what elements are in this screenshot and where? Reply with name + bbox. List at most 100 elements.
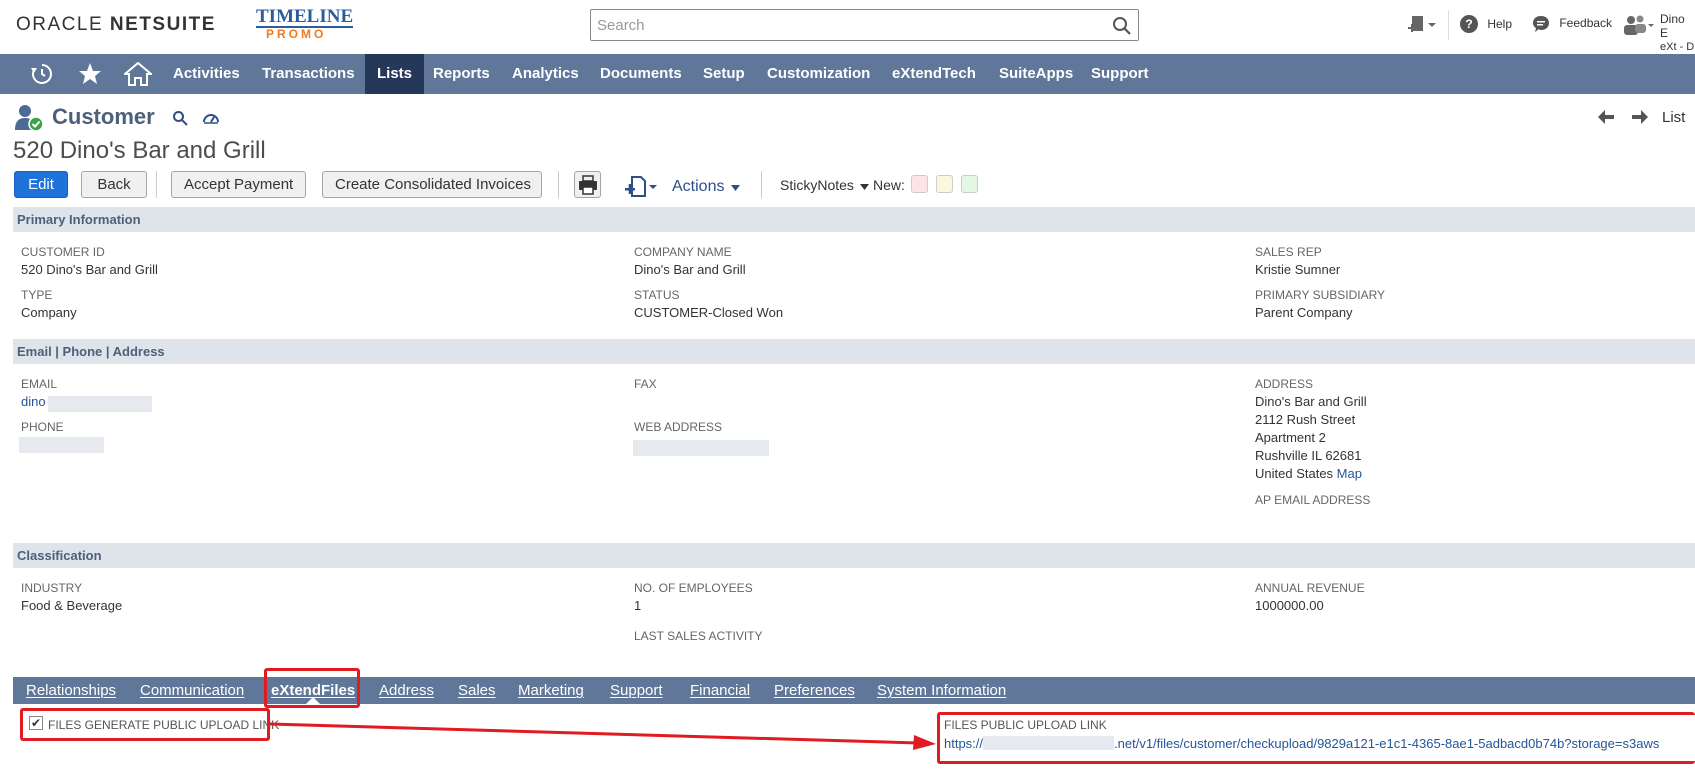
classification-section[interactable]: Classification — [13, 543, 1695, 568]
nav-analytics[interactable]: Analytics — [500, 54, 591, 94]
nav-reports[interactable]: Reports — [421, 54, 502, 94]
toolbar-divider — [558, 171, 559, 198]
address-line: Dino's Bar and Grill — [1255, 394, 1367, 409]
global-search — [590, 9, 1139, 41]
main-navigation: Activities Transactions Lists Reports An… — [0, 54, 1695, 94]
stickynotes-label: StickyNotes — [780, 177, 854, 193]
nav-support[interactable]: Support — [1079, 54, 1161, 94]
list-link[interactable]: List — [1662, 109, 1685, 126]
employees-value: 1 — [634, 598, 642, 613]
recent-records-icon[interactable] — [30, 62, 54, 86]
search-icon[interactable] — [1112, 16, 1132, 36]
toolbar-divider — [761, 171, 762, 198]
search-input[interactable] — [591, 10, 1101, 40]
annual-revenue-label: ANNUAL REVENUE — [1255, 581, 1365, 595]
fax-label: FAX — [634, 377, 657, 391]
subtab-sales[interactable]: Sales — [458, 677, 496, 704]
print-button[interactable] — [574, 171, 601, 198]
subtab-preferences[interactable]: Preferences — [774, 677, 855, 704]
subtab-relationships[interactable]: Relationships — [26, 677, 116, 704]
status-label: STATUS — [634, 288, 680, 302]
company-name-value: Dino's Bar and Grill — [634, 262, 746, 277]
new-yellow-note-button[interactable] — [936, 175, 953, 193]
industry-label: INDUSTRY — [21, 581, 83, 595]
phone-label: PHONE — [21, 420, 64, 434]
help-label: Help — [1487, 17, 1513, 31]
actions-menu[interactable]: Actions — [672, 178, 740, 196]
section-heading: Classification — [17, 548, 102, 563]
nav-documents[interactable]: Documents — [588, 54, 694, 94]
help-link[interactable]: ? Help — [1460, 15, 1512, 33]
employees-label: NO. OF EMPLOYEES — [634, 581, 753, 595]
web-address-label: WEB ADDRESS — [634, 420, 723, 434]
role-switch-icon[interactable] — [1622, 14, 1654, 36]
type-label: TYPE — [21, 288, 53, 302]
nav-customization[interactable]: Customization — [755, 54, 882, 94]
feedback-link[interactable]: Feedback — [1532, 15, 1612, 33]
company-logo-promo: PROMO — [266, 27, 327, 41]
actions-label: Actions — [672, 178, 725, 195]
address-country-line: United States Map — [1255, 466, 1362, 481]
subtab-address[interactable]: Address — [379, 677, 434, 704]
edit-button[interactable]: Edit — [14, 171, 68, 198]
printer-icon — [578, 175, 597, 195]
dashboard-gauge-icon[interactable] — [202, 110, 220, 126]
nav-activities[interactable]: Activities — [161, 54, 252, 94]
highlight-extendfiles-tab — [264, 668, 360, 708]
brand-netsuite: NETSUITE — [109, 14, 216, 35]
next-record-arrow-icon[interactable] — [1632, 110, 1648, 124]
email-value-link[interactable]: dino — [21, 394, 46, 409]
redacted-web-address — [633, 440, 769, 456]
top-header: ORACLE NETSUITE TIMELINE PROMO ? Help Fe… — [0, 0, 1695, 53]
email-phone-address-section[interactable]: Email | Phone | Address — [13, 339, 1695, 364]
back-button[interactable]: Back — [81, 171, 147, 198]
status-value: CUSTOMER-Closed Won — [634, 305, 784, 320]
create-new-icon[interactable] — [1408, 14, 1438, 36]
chevron-down-icon — [859, 184, 869, 190]
type-value: Company — [21, 305, 77, 320]
user-role: eXt - D — [1660, 41, 1695, 53]
subtab-financial[interactable]: Financial — [690, 677, 750, 704]
address-line: 2112 Rush Street — [1255, 412, 1356, 427]
company-logo-timeline: TIMELINE — [256, 6, 354, 28]
new-document-dropdown-icon[interactable] — [624, 176, 658, 198]
subtab-support[interactable]: Support — [610, 677, 663, 704]
netsuite-logo[interactable]: ORACLE NETSUITE — [16, 14, 216, 36]
record-type-title: Customer — [52, 104, 155, 129]
last-sales-activity-label: LAST SALES ACTIVITY — [634, 629, 763, 643]
accept-payment-button[interactable]: Accept Payment — [171, 171, 306, 198]
subtab-communication[interactable]: Communication — [140, 677, 244, 704]
user-name: Dino E — [1660, 12, 1685, 40]
create-consolidated-invoices-button[interactable]: Create Consolidated Invoices — [322, 171, 542, 198]
highlight-generate-link-field — [20, 708, 270, 741]
user-menu[interactable]: Dino E eXt - D — [1660, 12, 1695, 54]
nav-setup[interactable]: Setup — [691, 54, 757, 94]
nav-transactions[interactable]: Transactions — [250, 54, 367, 94]
address-label: ADDRESS — [1255, 377, 1314, 391]
nav-suiteapps[interactable]: SuiteApps — [987, 54, 1085, 94]
subtab-marketing[interactable]: Marketing — [518, 677, 584, 704]
customer-record-icon — [15, 105, 44, 132]
new-green-note-button[interactable] — [961, 175, 978, 193]
new-note-label: New: — [873, 177, 905, 193]
company-name-label: COMPANY NAME — [634, 245, 732, 259]
section-heading: Email | Phone | Address — [17, 344, 165, 359]
nav-extendtech[interactable]: eXtendTech — [880, 54, 988, 94]
primary-subsidiary-value: Parent Company — [1255, 305, 1353, 320]
industry-value: Food & Beverage — [21, 598, 123, 613]
address-line: Rushville IL 62681 — [1255, 448, 1362, 463]
nav-lists[interactable]: Lists — [365, 54, 425, 94]
email-label: EMAIL — [21, 377, 58, 391]
stickynotes-menu[interactable]: StickyNotes — [780, 177, 869, 193]
favorites-star-icon[interactable] — [78, 62, 102, 86]
new-pink-note-button[interactable] — [911, 175, 928, 193]
feedback-label: Feedback — [1559, 16, 1613, 31]
record-search-icon[interactable] — [172, 110, 188, 126]
previous-record-arrow-icon[interactable] — [1598, 110, 1614, 124]
primary-information-section[interactable]: Primary Information — [13, 207, 1695, 232]
map-link[interactable]: Map — [1337, 466, 1362, 481]
highlight-public-link-field — [937, 712, 1695, 764]
home-icon[interactable] — [124, 62, 152, 86]
address-line: Apartment 2 — [1255, 430, 1326, 445]
subtab-system-information[interactable]: System Information — [877, 677, 1006, 704]
